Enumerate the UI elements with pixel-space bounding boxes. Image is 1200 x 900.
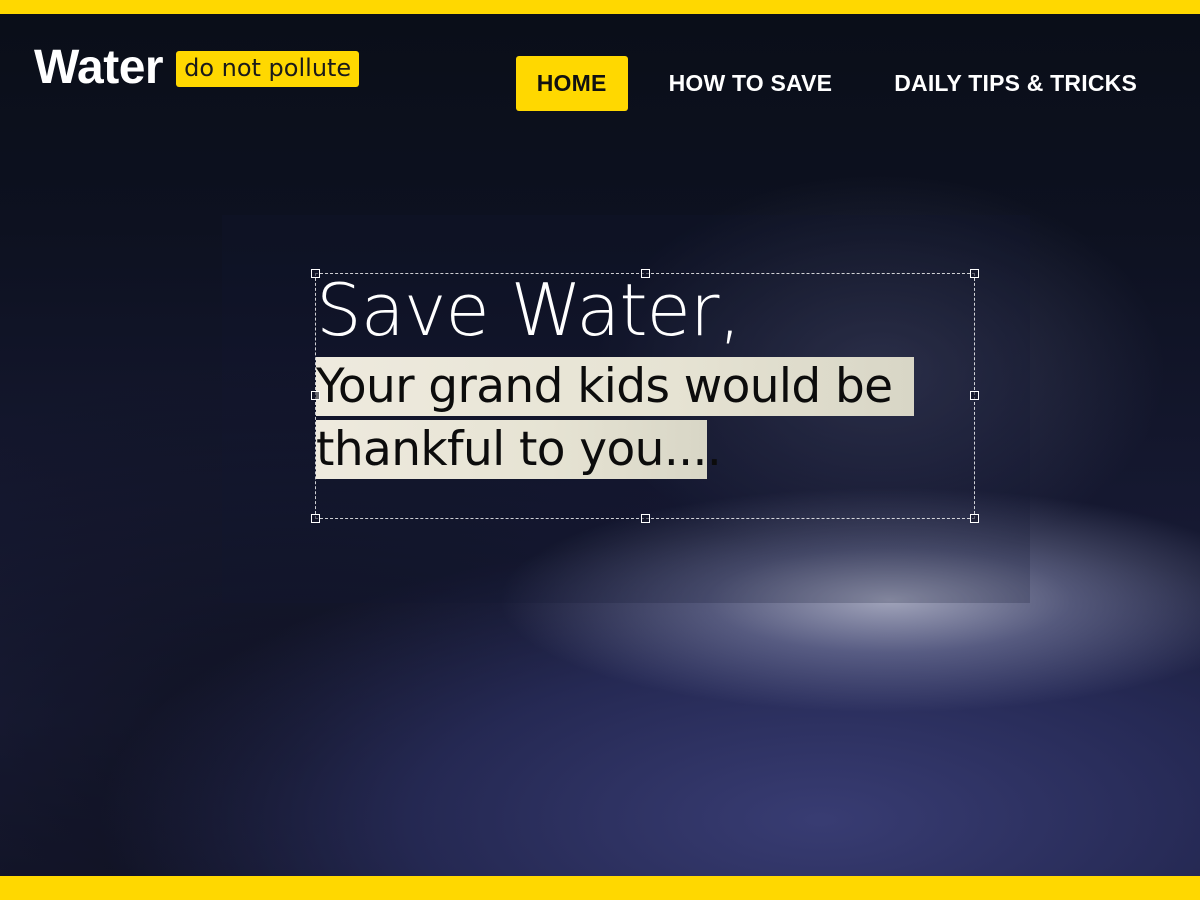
- resize-handle-top-right[interactable]: [970, 269, 979, 278]
- text-selection-frame[interactable]: [311, 269, 979, 523]
- page: Water do not pollute HOME HOW TO SAVE DA…: [0, 0, 1200, 900]
- nav-home[interactable]: HOME: [515, 56, 628, 111]
- logo-tagline-badge: do not pollute: [176, 51, 360, 87]
- logo[interactable]: Water do not pollute: [34, 40, 360, 96]
- nav-daily-tips-tricks[interactable]: DAILY TIPS & TRICKS: [873, 56, 1158, 111]
- resize-handle-middle-left[interactable]: [311, 391, 320, 400]
- bottom-accent-bar: [0, 876, 1200, 900]
- resize-handle-bottom-right[interactable]: [970, 514, 979, 523]
- resize-handle-top-middle[interactable]: [641, 269, 650, 278]
- resize-handle-bottom-left[interactable]: [311, 514, 320, 523]
- main-nav: HOME HOW TO SAVE DAILY TIPS & TRICKS: [515, 56, 1158, 111]
- top-accent-bar: [0, 0, 1200, 14]
- resize-handle-bottom-middle[interactable]: [641, 514, 650, 523]
- nav-how-to-save[interactable]: HOW TO SAVE: [648, 56, 854, 111]
- resize-handle-top-left[interactable]: [311, 269, 320, 278]
- logo-title: Water: [34, 41, 164, 94]
- resize-handle-middle-right[interactable]: [970, 391, 979, 400]
